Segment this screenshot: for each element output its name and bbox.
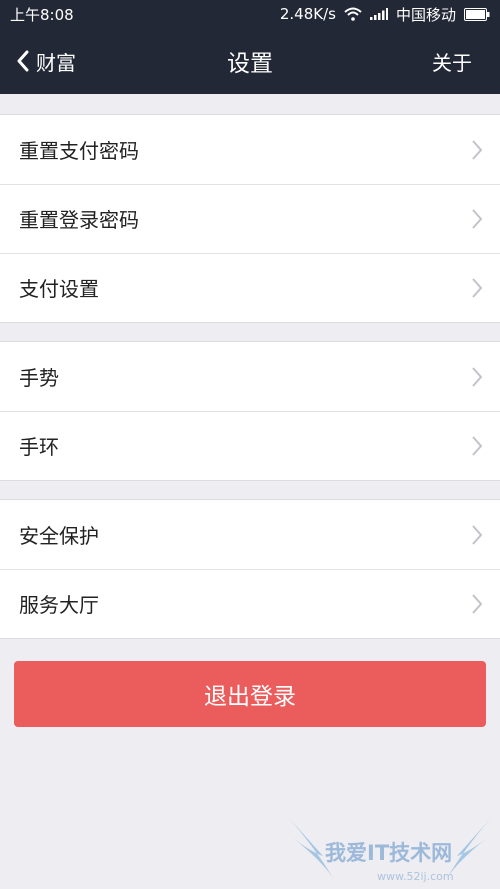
list-item-label: 手势 <box>19 366 59 390</box>
watermark-text: 我爱IT技术网 <box>325 841 452 865</box>
status-right: 2.48K/s 中国移动 <box>280 4 490 25</box>
chevron-left-icon <box>17 50 29 72</box>
list-item-reset-login-password[interactable]: 重置登录密码 <box>0 184 500 253</box>
list-item-wristband[interactable]: 手环 <box>0 411 500 480</box>
carrier-name: 中国移动 <box>395 5 456 24</box>
settings-group-security: 安全保护 服务大厅 <box>0 499 500 639</box>
status-bar: 上午8:08 2.48K/s 中国移动 <box>0 0 500 28</box>
watermark-logo: 我爱IT技术网 www.52ij.com <box>289 818 491 883</box>
nav-bar: 财富 设置 关于 <box>0 28 500 94</box>
chevron-right-icon <box>472 435 482 456</box>
logout-button[interactable]: 退出登录 <box>14 661 486 727</box>
list-item-label: 重置支付密码 <box>19 139 139 163</box>
watermark-url: www.52ij.com <box>377 870 454 883</box>
network-speed: 2.48K/s <box>279 5 336 23</box>
back-button[interactable]: 财富 <box>16 28 76 94</box>
list-item-label: 服务大厅 <box>19 593 99 617</box>
chevron-right-icon <box>472 524 482 545</box>
about-button[interactable]: 关于 <box>432 28 472 94</box>
signal-icon <box>369 8 388 20</box>
wifi-icon <box>344 7 362 21</box>
battery-icon <box>464 7 490 21</box>
list-item-label: 支付设置 <box>19 277 99 301</box>
chevron-right-icon <box>472 366 482 387</box>
chevron-right-icon <box>472 208 482 229</box>
back-label: 财富 <box>36 50 76 75</box>
list-item-reset-pay-password[interactable]: 重置支付密码 <box>0 115 500 184</box>
list-item-gesture[interactable]: 手势 <box>0 342 500 411</box>
list-item-service-hall[interactable]: 服务大厅 <box>0 569 500 638</box>
list-item-pay-settings[interactable]: 支付设置 <box>0 253 500 322</box>
chevron-right-icon <box>472 277 482 298</box>
chevron-right-icon <box>472 139 482 160</box>
status-time: 上午8:08 <box>10 5 74 24</box>
list-item-label: 手环 <box>19 435 59 459</box>
chevron-right-icon <box>472 593 482 614</box>
list-item-label: 重置登录密码 <box>19 208 139 232</box>
settings-group-gesture: 手势 手环 <box>0 341 500 481</box>
settings-group-password: 重置支付密码 重置登录密码 支付设置 <box>0 114 500 323</box>
list-item-security[interactable]: 安全保护 <box>0 500 500 569</box>
list-item-label: 安全保护 <box>19 524 99 548</box>
